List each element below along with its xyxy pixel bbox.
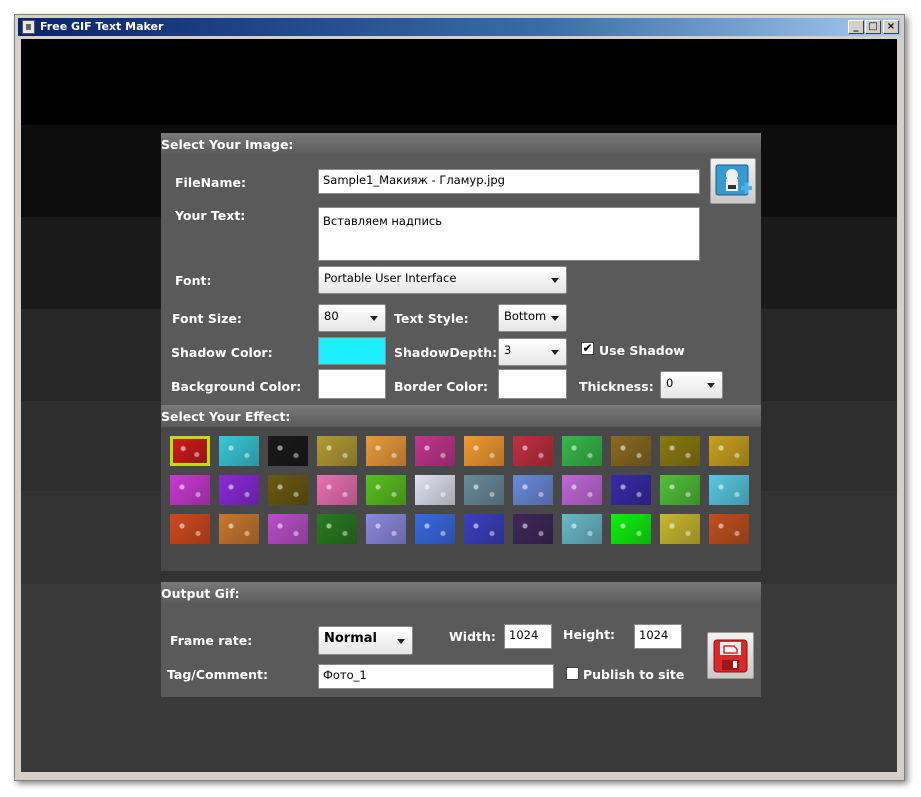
effect-thumbnail[interactable]	[513, 514, 553, 544]
frame-rate-label: Frame rate:	[170, 633, 253, 648]
font-select[interactable]: Portable User Interface	[318, 266, 567, 294]
tag-comment-input[interactable]: Фото_1	[318, 664, 554, 689]
effect-thumbnail[interactable]	[513, 436, 553, 466]
effect-thumbnail[interactable]	[219, 475, 259, 505]
maximize-button[interactable]: □	[865, 20, 881, 34]
chevron-down-icon	[370, 316, 378, 321]
effect-thumbnail[interactable]	[611, 514, 651, 544]
effect-thumbnail[interactable]	[660, 475, 700, 505]
effect-thumbnail[interactable]	[268, 475, 308, 505]
chevron-down-icon	[707, 383, 715, 388]
app-window: Free GIF Text Maker _ □ × Select Your Im…	[14, 14, 905, 781]
effect-thumbnail[interactable]	[170, 436, 210, 466]
effect-thumbnail[interactable]	[709, 475, 749, 505]
effect-thumbnail[interactable]	[415, 475, 455, 505]
add-image-icon	[715, 164, 752, 196]
add-image-button[interactable]	[710, 158, 756, 204]
border-color-label: Border Color:	[394, 379, 489, 394]
border-color-picker[interactable]	[498, 369, 567, 399]
chevron-down-icon	[551, 278, 559, 283]
shadow-color-label: Shadow Color:	[171, 345, 273, 360]
effect-thumbnail[interactable]	[464, 436, 504, 466]
image-panel: Select Your Image: FileName: Sample1_Мак…	[161, 133, 761, 405]
effect-thumbnail[interactable]	[464, 514, 504, 544]
effect-thumbnail[interactable]	[317, 514, 357, 544]
font-size-select[interactable]: 80	[318, 304, 386, 332]
font-size-label: Font Size:	[172, 311, 242, 326]
effect-thumbnail[interactable]	[415, 436, 455, 466]
save-disk-icon	[713, 639, 748, 673]
background-color-picker[interactable]	[318, 369, 386, 399]
chevron-down-icon	[551, 316, 559, 321]
effect-thumbnail[interactable]	[170, 514, 210, 544]
your-text-label: Your Text:	[175, 208, 246, 223]
effect-thumbnail[interactable]	[268, 436, 308, 466]
font-size-value: 80	[324, 309, 339, 323]
effect-thumbnail[interactable]	[415, 514, 455, 544]
your-text-textarea[interactable]: Вставляем надпись	[318, 207, 700, 261]
close-button[interactable]: ×	[883, 20, 899, 34]
effect-thumbnail[interactable]	[170, 475, 210, 505]
effect-thumbnail[interactable]	[709, 436, 749, 466]
effect-thumbnail[interactable]	[219, 436, 259, 466]
tag-comment-label: Tag/Comment:	[167, 667, 269, 682]
chevron-down-icon	[397, 638, 405, 644]
thickness-value: 0	[666, 376, 674, 390]
effect-thumbnail[interactable]	[317, 436, 357, 466]
width-input[interactable]: 1024	[504, 624, 552, 649]
effect-thumbnail[interactable]	[366, 475, 406, 505]
frame-rate-value: Normal	[324, 631, 377, 646]
effect-thumbnail[interactable]	[464, 475, 504, 505]
effect-thumbnail[interactable]	[366, 514, 406, 544]
effect-thumbnail[interactable]	[660, 436, 700, 466]
width-label: Width:	[449, 629, 496, 644]
height-input[interactable]: 1024	[634, 624, 682, 649]
client-area: Select Your Image: FileName: Sample1_Мак…	[21, 39, 897, 772]
effect-thumbnail[interactable]	[660, 514, 700, 544]
frame-rate-select[interactable]: Normal	[318, 626, 413, 655]
text-style-select[interactable]: Bottom	[498, 304, 567, 332]
thickness-label: Thickness:	[579, 379, 654, 394]
effect-thumbnail[interactable]	[611, 436, 651, 466]
font-label: Font:	[175, 273, 212, 288]
effect-thumbnail[interactable]	[562, 514, 602, 544]
filename-input[interactable]: Sample1_Макияж - Гламур.jpg	[318, 169, 700, 194]
use-shadow-checkbox[interactable]: ✔	[581, 342, 594, 355]
effect-thumbnail[interactable]	[317, 475, 357, 505]
save-button[interactable]	[707, 632, 754, 679]
effect-thumbnail[interactable]	[709, 514, 749, 544]
effect-thumbnail[interactable]	[366, 436, 406, 466]
shadow-color-picker[interactable]	[318, 337, 386, 365]
effect-thumbnail[interactable]	[513, 475, 553, 505]
effect-thumbnail[interactable]	[562, 475, 602, 505]
chevron-down-icon	[551, 350, 559, 355]
shadow-depth-label: ShadowDepth:	[394, 345, 498, 360]
output-panel: Output Gif: Frame rate: Normal Width: 10…	[161, 582, 761, 697]
effect-section-header: Select Your Effect:	[161, 405, 761, 427]
shadow-depth-select[interactable]: 3	[498, 338, 567, 366]
publish-to-site-checkbox[interactable]	[566, 667, 579, 680]
height-label: Height:	[563, 627, 616, 642]
image-section-header: Select Your Image:	[161, 133, 761, 155]
app-icon	[22, 20, 35, 34]
effect-thumbnail[interactable]	[611, 475, 651, 505]
publish-to-site-label: Publish to site	[583, 667, 685, 682]
effect-thumbnail[interactable]	[219, 514, 259, 544]
text-style-value: Bottom	[504, 309, 547, 323]
use-shadow-label: Use Shadow	[599, 343, 685, 358]
effect-panel: Select Your Effect:	[161, 405, 761, 571]
title-bar[interactable]: Free GIF Text Maker _ □ ×	[18, 18, 901, 36]
background-color-label: Background Color:	[171, 379, 302, 394]
effect-thumbnail[interactable]	[268, 514, 308, 544]
window-title: Free GIF Text Maker	[40, 20, 164, 33]
font-select-value: Portable User Interface	[324, 271, 457, 285]
text-style-label: Text Style:	[394, 311, 469, 326]
minimize-button[interactable]: _	[848, 20, 864, 34]
shadow-depth-value: 3	[504, 343, 512, 357]
thickness-select[interactable]: 0	[660, 371, 723, 399]
output-section-header: Output Gif:	[161, 582, 761, 604]
filename-label: FileName:	[175, 175, 246, 190]
effect-thumbnail[interactable]	[562, 436, 602, 466]
